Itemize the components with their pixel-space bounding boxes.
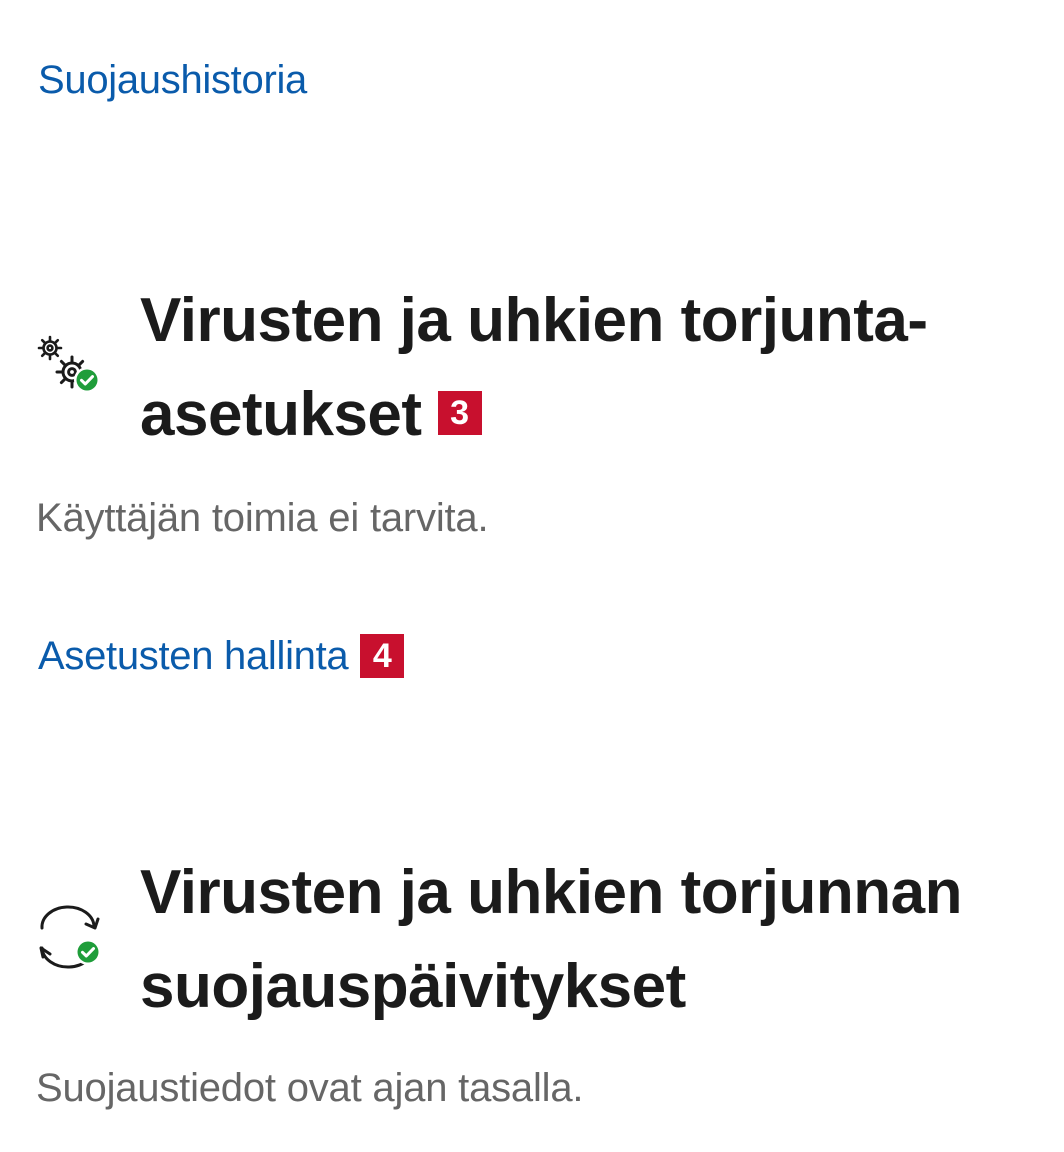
settings-gears-check-icon	[36, 334, 104, 398]
updates-section-title: Virusten ja uhkien torjunnan suojauspäivi…	[140, 846, 962, 1034]
manage-settings-label[interactable]: Asetusten hallinta	[38, 636, 349, 676]
updates-title-line1: Virusten ja uhkien torjunnan	[140, 858, 962, 927]
sync-check-icon	[36, 902, 104, 972]
updates-status-text: Suojaustiedot ovat ajan tasalla.	[36, 1066, 584, 1110]
protection-history-link[interactable]: Suojaushistoria	[38, 60, 307, 100]
settings-section-title: Virusten ja uhkien torjunta-asetukset 3	[140, 274, 928, 462]
callout-badge-3: 3	[437, 390, 482, 435]
updates-title-line2: suojauspäivitykset	[140, 952, 686, 1021]
settings-title-line2: asetukset	[140, 380, 422, 449]
manage-settings-link[interactable]: Asetusten hallinta 4	[38, 634, 405, 678]
settings-status-text: Käyttäjän toimia ei tarvita.	[36, 496, 489, 540]
settings-title-line1: Virusten ja uhkien torjunta-	[140, 286, 928, 355]
callout-badge-4: 4	[360, 634, 405, 678]
